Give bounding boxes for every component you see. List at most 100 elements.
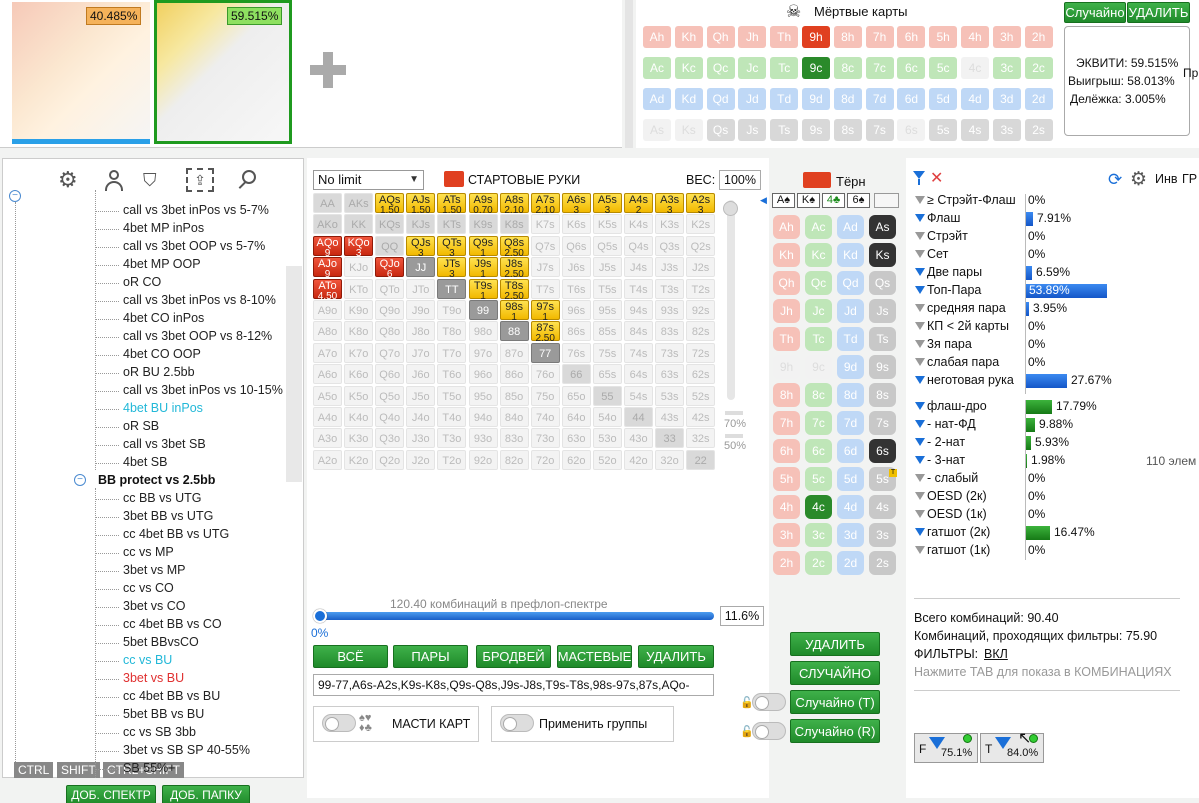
game-select[interactable]: No limit ▼ (313, 170, 424, 190)
filter-funnel-icon[interactable] (915, 196, 925, 204)
all-button[interactable]: ВСЁ (313, 645, 388, 668)
tree-item[interactable]: 3bet BB vs UTG (123, 509, 213, 523)
filter-funnel-icon[interactable] (915, 546, 925, 554)
hand-cell-A3o[interactable]: A3o (313, 428, 342, 449)
hand-cell-AA[interactable]: AA (313, 193, 342, 213)
hand-cell-77[interactable]: 77 (530, 342, 560, 363)
random-r-button[interactable]: Случайно (R) (790, 719, 880, 743)
hand-cell-87o[interactable]: 87o (499, 342, 529, 363)
dead-card-Jd[interactable]: Jd (738, 88, 767, 110)
hand-cell-86o[interactable]: 86o (499, 364, 529, 385)
plus-icon[interactable] (310, 52, 346, 88)
add-range-button[interactable]: ДОБ. СПЕКТР (66, 785, 156, 803)
turn-card-7h[interactable]: 7h (773, 411, 800, 435)
hand-cell-J9o[interactable]: J9o (406, 300, 436, 320)
hand-cell-Q4s[interactable]: Q4s (624, 235, 653, 256)
hand-cell-86s[interactable]: 86s (561, 321, 591, 342)
dead-card-4c[interactable]: 4c (961, 57, 989, 79)
weight-input[interactable]: 100% (719, 170, 761, 190)
turn-card-Jd[interactable]: Jd (837, 299, 864, 323)
hand-cell-K8s[interactable]: K8s (499, 214, 529, 235)
turn-card-3d[interactable]: 3d (837, 523, 864, 547)
hand-cell-96o[interactable]: 96o (468, 364, 498, 385)
hand-cell-T8s[interactable]: T8s 2.50 (499, 278, 529, 301)
tree-collapse-icon[interactable]: − (9, 190, 21, 202)
hand-cell-T3s[interactable]: T3s (655, 278, 685, 299)
dead-card-6d[interactable]: 6d (897, 88, 926, 110)
dead-card-9c[interactable]: 9c (802, 57, 830, 79)
hand-cell-98s[interactable]: 98s 1 (499, 300, 529, 323)
hand-cell-KJs[interactable]: KJs (406, 214, 436, 235)
hand-cell-QTo[interactable]: QTo (375, 278, 405, 299)
tree-item[interactable]: oR SB (123, 419, 159, 433)
hand-cell-A8s[interactable]: A8s 2.10 (499, 193, 529, 216)
turn-card-6s[interactable]: 6s (869, 439, 896, 463)
tree-item[interactable]: oR CO (123, 275, 161, 289)
hand-cell-T9s[interactable]: T9s 1 (468, 278, 498, 301)
delete-dead-button[interactable]: УДАЛИТЬ (1127, 2, 1190, 23)
turn-card-2h[interactable]: 2h (773, 551, 800, 575)
turn-card-Qh[interactable]: Qh (773, 271, 800, 295)
weight-slider-track[interactable] (727, 200, 735, 400)
hand-cell-Q6o[interactable]: Q6o (375, 364, 405, 385)
tree-item[interactable]: 4bet SB (123, 455, 167, 469)
hand-cell-A3s[interactable]: A3s 3 (655, 193, 685, 216)
dead-card-Qc[interactable]: Qc (706, 57, 735, 79)
filter-icon[interactable] (913, 171, 925, 185)
hand-cell-T5s[interactable]: T5s (592, 278, 622, 299)
dead-card-5h[interactable]: 5h (929, 26, 958, 48)
hand-cell-84s[interactable]: 84s (624, 321, 653, 342)
tree-item[interactable]: cc BB vs UTG (123, 491, 201, 505)
dead-card-Tc[interactable]: Tc (770, 57, 799, 79)
tree-item[interactable]: 4bet CO OOP (123, 347, 201, 361)
turn-card-5h[interactable]: 5h (773, 467, 800, 491)
folder-bb-protect[interactable]: BB protect vs 2.5bb (98, 473, 215, 487)
dead-card-6c[interactable]: 6c (897, 57, 926, 79)
turn-card-4c[interactable]: 4c (805, 495, 832, 519)
hand-cell-J2s[interactable]: J2s (686, 257, 716, 278)
hand-cell-J8o[interactable]: J8o (406, 321, 436, 342)
tree-item[interactable]: SB 55%+ (123, 761, 175, 775)
tree-item[interactable]: cc 4bet BB vs CO (123, 617, 222, 631)
dead-card-2d[interactable]: 2d (1024, 88, 1053, 110)
filter-funnel-icon[interactable] (915, 402, 925, 410)
hand-cell-ATs[interactable]: ATs 1.50 (437, 193, 467, 216)
hand-cell-64s[interactable]: 64s (624, 364, 653, 385)
hand-cell-94s[interactable]: 94s (624, 300, 653, 320)
hand-cell-T2s[interactable]: T2s (686, 278, 716, 299)
random-dead-button[interactable]: Случайно (1064, 2, 1126, 23)
hand-cell-T6o[interactable]: T6o (437, 364, 467, 385)
hand-cell-AJs[interactable]: AJs 1.50 (406, 193, 436, 216)
hand-cell-82o[interactable]: 82o (499, 449, 529, 470)
dead-card-Ad[interactable]: Ad (643, 88, 671, 110)
turn-card-As[interactable]: As (869, 215, 896, 239)
hand-cell-T9o[interactable]: T9o (437, 300, 467, 320)
random-t-button[interactable]: Случайно (T) (790, 690, 880, 714)
hand-cell-Q8o[interactable]: Q8o (375, 321, 405, 342)
filter-funnel-icon[interactable] (915, 474, 925, 482)
dead-card-7c[interactable]: 7c (865, 57, 894, 79)
hand-cell-AKs[interactable]: AKs (344, 193, 374, 213)
turn-card-4h[interactable]: 4h (773, 495, 800, 519)
hand-cell-22[interactable]: 22 (686, 449, 716, 470)
hand-cell-A9s[interactable]: A9s 0.70 (468, 193, 498, 216)
flop-filter-badge[interactable]: F 75.1% (914, 733, 978, 763)
filters-toggle-link[interactable]: ВКЛ (984, 647, 1008, 661)
tree-item[interactable]: cc vs MP (123, 545, 174, 559)
hand-cell-JTo[interactable]: JTo (406, 278, 436, 299)
weight-slider-thumb[interactable] (723, 201, 738, 216)
hand-cell-93o[interactable]: 93o (468, 428, 498, 449)
hand-cell-75s[interactable]: 75s (592, 342, 622, 363)
hand-cell-85s[interactable]: 85s (592, 321, 622, 342)
turn-card-3s[interactable]: 3s (869, 523, 896, 547)
tree-item[interactable]: 3bet vs SB SP 40-55% (123, 743, 250, 757)
dead-card-8d[interactable]: 8d (833, 88, 862, 110)
dead-card-2s[interactable]: 2s (1024, 119, 1053, 141)
hand-cell-98o[interactable]: 98o (468, 321, 498, 342)
hand-cell-K8o[interactable]: K8o (344, 321, 374, 342)
filter-add-icon[interactable]: ⛉ (143, 170, 157, 191)
hand-cell-KTo[interactable]: KTo (344, 278, 374, 299)
dead-card-5d[interactable]: 5d (929, 88, 958, 110)
hand-cell-ATo[interactable]: ATo 4.50 (313, 278, 342, 301)
dead-card-Ks[interactable]: Ks (674, 119, 703, 141)
